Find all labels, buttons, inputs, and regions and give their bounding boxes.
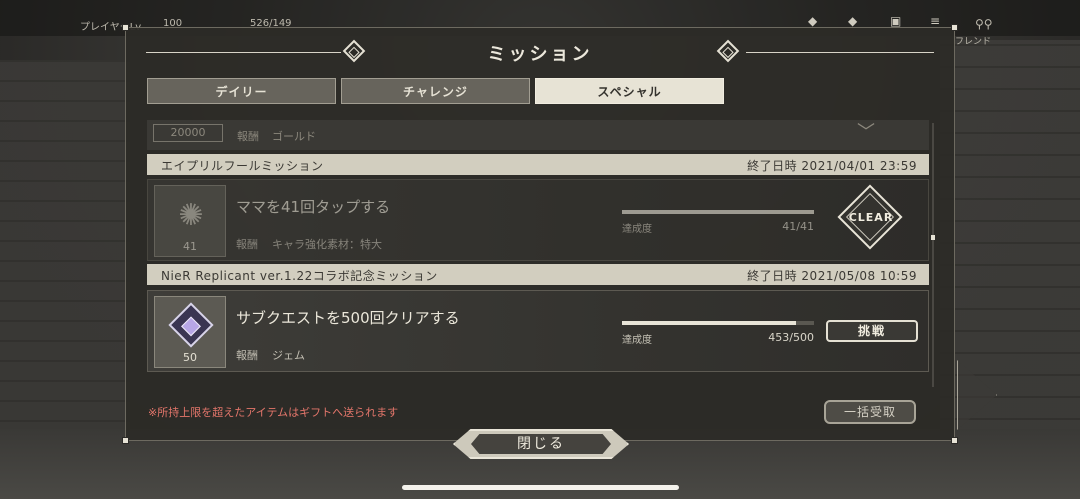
section-end-date: 終了日時 2021/05/08 10:59	[747, 269, 917, 283]
reward-thumbnail: ✺ 41	[154, 185, 226, 257]
reward-thumbnail: 50	[154, 296, 226, 368]
scrollbar-thumb[interactable]	[931, 235, 935, 240]
mission-item: ✺ 41 ママを41回タップする 報酬 キャラ強化素材：特大 達成度 41/41	[147, 179, 929, 261]
corner-dot	[122, 24, 129, 31]
section-end-date: 終了日時 2021/04/01 23:59	[747, 159, 917, 173]
bulk-receive-button[interactable]: 一括受取	[824, 400, 916, 424]
clear-status: CLEAR	[848, 211, 894, 224]
close-button-label: 閉じる	[471, 434, 611, 454]
tab-bar: デイリー チャレンジ スペシャル	[147, 78, 725, 104]
reward-quantity: 50	[183, 351, 197, 364]
menu-icon-1[interactable]: ◆	[808, 14, 817, 28]
reward-label: 報酬	[236, 238, 258, 251]
mission-title: ママを41回タップする	[236, 198, 391, 216]
reward-label: 報酬	[236, 349, 258, 362]
reward-value: ゴールド	[272, 130, 316, 143]
page-title: ミッション	[487, 44, 593, 65]
menu-icon-4[interactable]: ≡	[930, 14, 940, 28]
tab-challenge[interactable]: チャレンジ	[341, 78, 530, 104]
corner-dot	[122, 437, 129, 444]
section-header: NieR Replicant ver.1.22コラボ記念ミッション 終了日時 2…	[147, 264, 929, 285]
progress-label: 達成度	[622, 335, 652, 346]
title-row: ミッション	[146, 39, 934, 65]
progress-count: 41/41	[782, 220, 814, 233]
mission-item: 50 サブクエストを500回クリアする 報酬 ジェム 達成度 453/500 挑…	[147, 290, 929, 372]
close-button[interactable]: 閉じる	[453, 429, 629, 459]
progress-bar	[622, 210, 814, 214]
progress-label: 達成度	[622, 224, 652, 235]
challenge-button[interactable]: 挑戦	[826, 320, 918, 342]
home-indicator[interactable]	[402, 485, 679, 490]
progress-fill	[622, 210, 814, 214]
list-item: 20000 報酬 ゴールド ﹀	[147, 120, 929, 150]
section-title: NieR Replicant ver.1.22コラボ記念ミッション	[161, 269, 438, 283]
overflow-note: ※所持上限を超えたアイテムはギフトへ送られます	[148, 406, 399, 419]
reward-value: キャラ強化素材：特大	[272, 238, 382, 251]
tab-daily[interactable]: デイリー	[147, 78, 336, 104]
reward-quantity: 41	[183, 240, 197, 253]
mission-panel: ミッション デイリー チャレンジ スペシャル 20000 報酬 ゴールド ﹀ エ…	[122, 24, 958, 444]
progress-count: 453/500	[768, 331, 814, 344]
progress-fill	[622, 321, 796, 325]
progress-bar	[622, 321, 814, 325]
menu-icon-3[interactable]: ▣	[890, 14, 901, 28]
mission-list[interactable]: 20000 報酬 ゴールド ﹀ エイプリルフールミッション 終了日時 2021/…	[147, 120, 929, 390]
pinwheel-icon: ✺	[178, 198, 204, 233]
section-title: エイプリルフールミッション	[161, 159, 324, 173]
chevron-down-icon: ﹀	[857, 122, 875, 143]
reward-count: 20000	[153, 124, 223, 142]
mission-title: サブクエストを500回クリアする	[236, 309, 460, 327]
reward-value: ジェム	[272, 349, 305, 362]
section-header: エイプリルフールミッション 終了日時 2021/04/01 23:59	[147, 154, 929, 175]
gem-icon	[168, 302, 214, 348]
menu-icon-2[interactable]: ◆	[848, 14, 857, 28]
stone-wall-left	[0, 60, 130, 440]
scrollbar-track[interactable]	[932, 123, 934, 387]
tab-special[interactable]: スペシャル	[535, 78, 724, 104]
corner-dot	[951, 437, 958, 444]
reward-label: 報酬	[237, 130, 259, 143]
friend-icon[interactable]: ⚲⚲	[975, 17, 993, 31]
corner-dot	[951, 24, 958, 31]
friend-label[interactable]: フレンド	[955, 34, 991, 47]
